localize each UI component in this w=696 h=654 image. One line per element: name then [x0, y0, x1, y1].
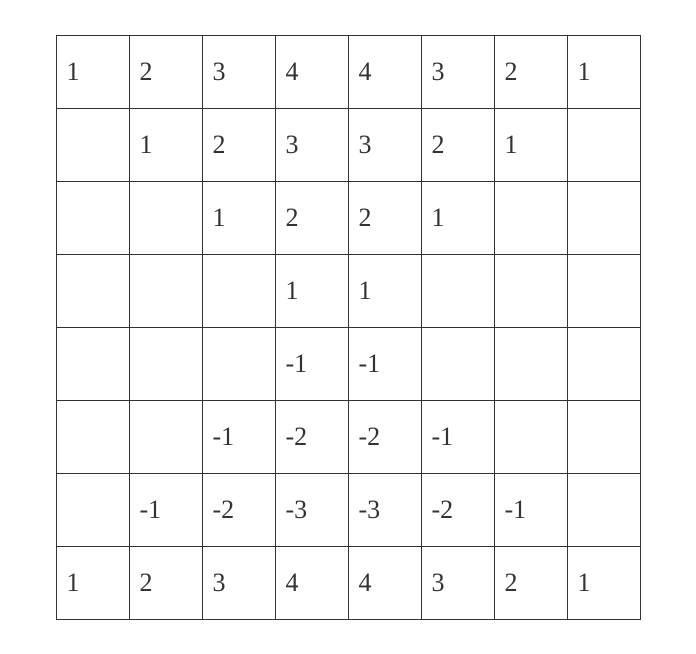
- grid-cell: [494, 254, 567, 327]
- grid-cell: 4: [275, 546, 348, 619]
- grid-cell: -2: [275, 400, 348, 473]
- grid-cell: 1: [129, 108, 202, 181]
- grid-cell: [56, 108, 129, 181]
- grid-cell: 1: [202, 181, 275, 254]
- table-row: 1 2 3 4 4 3 2 1: [56, 35, 640, 108]
- number-grid-table: 1 2 3 4 4 3 2 1 1 2 3 3 2 1: [56, 35, 641, 620]
- grid-cell: -2: [348, 400, 421, 473]
- grid-cell: 1: [567, 35, 640, 108]
- grid-cell: 2: [202, 108, 275, 181]
- grid-cell: [567, 181, 640, 254]
- grid-cell: [421, 327, 494, 400]
- grid-cell: -3: [348, 473, 421, 546]
- grid-cell: 1: [275, 254, 348, 327]
- grid-cell: [56, 181, 129, 254]
- grid-cell: -1: [348, 327, 421, 400]
- grid-cell: -2: [421, 473, 494, 546]
- grid-cell: -2: [202, 473, 275, 546]
- grid-cell: 3: [202, 546, 275, 619]
- grid-cell: -1: [494, 473, 567, 546]
- grid-cell: [567, 108, 640, 181]
- grid-cell: 1: [494, 108, 567, 181]
- grid-cell: 3: [348, 108, 421, 181]
- grid-cell: [494, 400, 567, 473]
- grid-cell: [567, 327, 640, 400]
- grid-cell: [202, 254, 275, 327]
- grid-cell: [202, 327, 275, 400]
- grid-cell: -3: [275, 473, 348, 546]
- grid-cell: 3: [202, 35, 275, 108]
- grid-cell: [129, 327, 202, 400]
- grid-cell: 4: [275, 35, 348, 108]
- grid-cell: [129, 181, 202, 254]
- grid-cell: -1: [202, 400, 275, 473]
- table-row: 1 2 3 4 4 3 2 1: [56, 546, 640, 619]
- grid-cell: 3: [421, 546, 494, 619]
- grid-cell: [129, 400, 202, 473]
- table-row: 1 1: [56, 254, 640, 327]
- grid-table-container: 1 2 3 4 4 3 2 1 1 2 3 3 2 1: [48, 27, 649, 628]
- grid-cell: 2: [129, 35, 202, 108]
- grid-cell: [56, 473, 129, 546]
- grid-cell: 2: [494, 546, 567, 619]
- grid-cell: [56, 254, 129, 327]
- table-row: 1 2 3 3 2 1: [56, 108, 640, 181]
- grid-cell: 4: [348, 35, 421, 108]
- grid-cell: 2: [494, 35, 567, 108]
- grid-cell: 3: [275, 108, 348, 181]
- grid-cell: [56, 327, 129, 400]
- grid-cell: [567, 473, 640, 546]
- grid-cell: 4: [348, 546, 421, 619]
- grid-cell: 1: [56, 546, 129, 619]
- grid-cell: -1: [421, 400, 494, 473]
- grid-cell: 1: [56, 35, 129, 108]
- grid-cell: [567, 400, 640, 473]
- table-row: 1 2 2 1: [56, 181, 640, 254]
- grid-cell: [56, 400, 129, 473]
- grid-cell: [421, 254, 494, 327]
- table-row: -1 -1: [56, 327, 640, 400]
- grid-cell: 2: [421, 108, 494, 181]
- grid-cell: -1: [129, 473, 202, 546]
- grid-cell: 1: [348, 254, 421, 327]
- grid-cell: 3: [421, 35, 494, 108]
- grid-cell: 2: [129, 546, 202, 619]
- grid-cell: 1: [421, 181, 494, 254]
- grid-cell: [129, 254, 202, 327]
- grid-cell: -1: [275, 327, 348, 400]
- grid-cell: 2: [275, 181, 348, 254]
- table-row: -1 -2 -2 -1: [56, 400, 640, 473]
- table-row: -1 -2 -3 -3 -2 -1: [56, 473, 640, 546]
- grid-cell: 1: [567, 546, 640, 619]
- grid-body: 1 2 3 4 4 3 2 1 1 2 3 3 2 1: [56, 35, 640, 619]
- grid-cell: [494, 327, 567, 400]
- grid-cell: 2: [348, 181, 421, 254]
- grid-cell: [567, 254, 640, 327]
- grid-cell: [494, 181, 567, 254]
